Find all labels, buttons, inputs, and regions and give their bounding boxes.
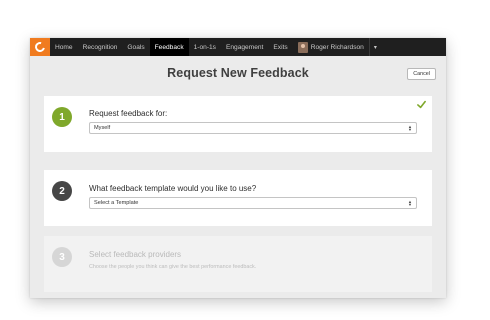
step-card-3: 3 Select feedback providers Choose the p… [44,236,432,292]
select-value: Myself [94,125,111,131]
step-number-badge: 1 [52,107,72,127]
user-menu[interactable]: Roger Richardson [293,38,369,56]
step-number-badge: 3 [52,247,72,267]
step-label: What feedback template would you like to… [89,184,257,193]
top-navbar: Home Recognition Goals Feedback 1-on-1s … [30,38,446,56]
select-arrows-icon: ▲ ▼ [408,199,412,208]
nav-recognition[interactable]: Recognition [78,38,123,56]
step-card-2: 2 What feedback template would you like … [44,170,432,226]
app-window: Home Recognition Goals Feedback 1-on-1s … [30,38,446,298]
step-label: Request feedback for: [89,109,168,118]
user-name: Roger Richardson [310,43,364,51]
avatar [297,41,308,53]
template-select[interactable]: Select a Template ▲ ▼ [89,197,417,209]
check-icon [417,100,426,109]
cancel-button[interactable]: Cancel [407,68,436,80]
logo-icon[interactable] [30,38,50,56]
nav-feedback[interactable]: Feedback [149,38,189,56]
chevron-down-icon[interactable]: ▾ [370,44,381,51]
page-title: Request New Feedback [167,66,309,80]
step-number-badge: 2 [52,181,72,201]
step-card-1: 1 Request feedback for: Myself ▲ ▼ [44,96,432,152]
step-label: Select feedback providers [89,250,182,259]
nav-1on1s[interactable]: 1-on-1s [189,38,221,56]
nav-exits[interactable]: Exits [268,38,292,56]
nav-home[interactable]: Home [50,38,78,56]
nav-goals[interactable]: Goals [122,38,149,56]
nav-engagement[interactable]: Engagement [221,38,268,56]
step-description: Choose the people you think can give the… [89,264,257,270]
feedback-for-select[interactable]: Myself ▲ ▼ [89,122,417,134]
select-arrows-icon: ▲ ▼ [408,124,412,133]
select-value: Select a Template [94,200,139,206]
